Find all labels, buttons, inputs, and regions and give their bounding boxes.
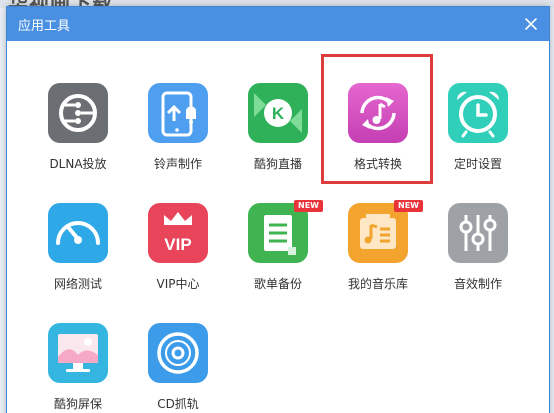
tool-label: 酷狗屏保 [53,397,102,411]
dialog-titlebar: 应用工具 [7,7,549,41]
tool-label: 音效制作 [453,277,502,291]
close-button[interactable] [521,14,541,34]
tool-cd-rip-button[interactable]: CD抓轨 [128,323,228,413]
close-icon [525,18,537,30]
speedometer-icon [48,203,108,263]
tool-label: VIP中心 [156,277,200,291]
tool-timer-button[interactable]: 定时设置 [428,83,528,193]
equalizer-icon [448,203,508,263]
dialog-title: 应用工具 [18,19,71,34]
vip-crown-icon: VIP [148,203,208,263]
tool-label: 酷狗直播 [253,157,302,171]
ringtone-phone-icon [148,83,208,143]
tool-live-button[interactable]: K 酷狗直播 [228,83,328,193]
tool-equalizer-button[interactable]: 音效制作 [428,203,528,313]
app-tools-dialog: 应用工具 DLNA投放 铃声制作 K 酷狗直播 格式转换 定时设置 网络测试 V… [6,6,550,413]
new-badge: NEW [294,200,323,212]
tool-label: 歌单备份 [253,277,302,291]
tool-label: DLNA投放 [49,157,107,171]
svg-text:K: K [272,104,285,123]
svg-text:VIP: VIP [164,235,191,254]
tool-dlna-button[interactable]: DLNA投放 [28,83,128,193]
tool-vip-button[interactable]: VIP VIP中心 [128,203,228,313]
music-library-icon [348,203,408,263]
tool-label: 网络测试 [53,277,102,291]
kugou-live-icon: K [248,83,308,143]
tool-label: 我的音乐库 [347,277,408,291]
tool-network-test-button[interactable]: 网络测试 [28,203,128,313]
tool-playlist-backup-button[interactable]: NEW 歌单备份 [228,200,328,313]
screensaver-icon [48,323,108,383]
cast-icon [48,83,108,143]
tool-label: 定时设置 [453,157,502,171]
playlist-backup-icon [248,203,308,263]
tool-music-library-button[interactable]: NEW 我的音乐库 [328,200,428,313]
format-convert-icon [348,83,408,143]
tool-label: 格式转换 [353,157,402,171]
new-badge: NEW [394,200,423,212]
tool-ringtone-button[interactable]: 铃声制作 [128,83,228,193]
tool-format-convert-button[interactable]: 格式转换 [328,83,428,193]
cd-disc-icon [148,323,208,383]
tool-label: 铃声制作 [153,157,202,171]
tool-label: CD抓轨 [157,397,199,411]
tool-screensaver-button[interactable]: 酷狗屏保 [28,323,128,413]
alarm-clock-icon [448,83,508,143]
